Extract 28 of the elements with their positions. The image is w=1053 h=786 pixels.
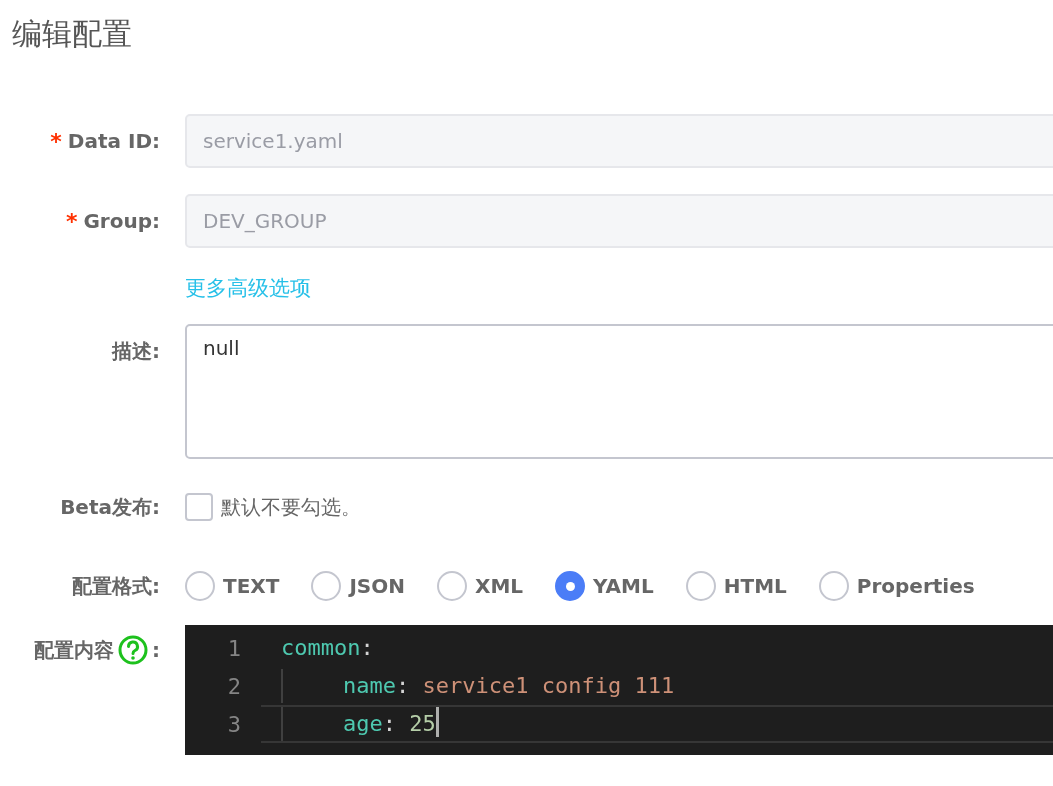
field-label: 配置内容	[34, 636, 114, 664]
line-number: 1	[226, 635, 242, 661]
line-number: 2	[226, 673, 242, 699]
code-editor[interactable]: 1 common: 2 name: service1 config 111 3 age: 25	[185, 625, 1053, 755]
field-label: Beta发布:	[60, 493, 160, 521]
field-label: 配置格式:	[72, 572, 160, 600]
code-line: common:	[281, 634, 374, 662]
help-icon[interactable]	[118, 635, 148, 665]
field-label: 描述:	[112, 338, 160, 365]
format-radio[interactable]: JSON	[311, 571, 405, 601]
format-radio[interactable]: Properties	[818, 571, 975, 601]
format-radio[interactable]: TEXT	[185, 571, 280, 601]
format-radio[interactable]: YAML	[555, 571, 654, 601]
required-mark: *	[65, 208, 78, 234]
field-label: * Data ID:	[50, 128, 160, 154]
label-colon: :	[152, 638, 160, 662]
text-cursor	[435, 707, 439, 737]
format-radio[interactable]: XML	[436, 571, 524, 601]
description-field[interactable]: null	[185, 324, 1053, 459]
page-title: 编辑配置	[12, 15, 133, 53]
code-line: name: service1 config 111	[343, 672, 675, 700]
required-mark: *	[50, 128, 62, 154]
checkbox-label: 默认不要勾选。	[221, 493, 361, 521]
format-radio[interactable]: HTML	[685, 571, 787, 601]
code-line: age: 25	[343, 710, 436, 738]
checkbox[interactable]	[185, 493, 213, 521]
line-number: 3	[226, 711, 242, 737]
field-label: * Group:	[65, 208, 160, 234]
